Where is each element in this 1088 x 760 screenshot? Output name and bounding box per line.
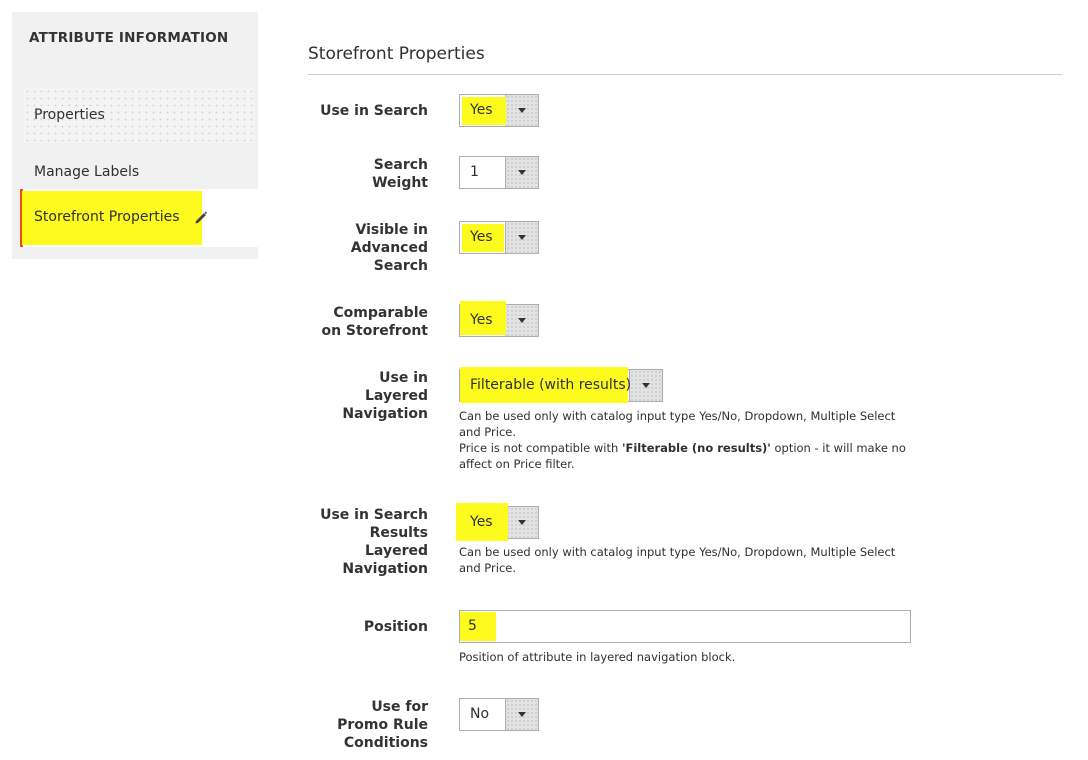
- label-line: Layered: [365, 543, 428, 559]
- sidebar-item-properties[interactable]: Properties: [24, 88, 254, 143]
- chevron-down-icon: [505, 305, 538, 336]
- sidebar-item-label: Storefront Properties: [34, 209, 180, 225]
- label-line: Advanced: [350, 240, 428, 256]
- use-in-search-select[interactable]: Yes: [459, 94, 539, 127]
- label-line: Use for: [371, 699, 428, 715]
- visible-advanced-search-label: Visible in Advanced Search: [298, 221, 428, 275]
- note-line: Price is not compatible with 'Filterable…: [459, 440, 919, 472]
- label-line: Search: [373, 157, 428, 173]
- search-results-layered-note: Can be used only with catalog input type…: [459, 545, 896, 575]
- select-value: 1: [470, 164, 479, 180]
- label-line: Comparable: [333, 305, 428, 321]
- select-value: Filterable (with results): [470, 377, 632, 393]
- chevron-down-icon: [505, 157, 538, 188]
- section-divider: [308, 74, 1062, 75]
- position-note: Position of attribute in layered navigat…: [459, 650, 736, 664]
- note-line: Can be used only with catalog input type…: [459, 409, 896, 439]
- label-line: Use in Search: [320, 507, 428, 523]
- sidebar-item-storefront-properties[interactable]: Storefront Properties: [20, 189, 258, 247]
- select-value: Yes: [470, 514, 493, 530]
- label-line: on Storefront: [321, 323, 428, 339]
- promo-rule-select[interactable]: No: [459, 698, 539, 731]
- section-title: Storefront Properties: [308, 44, 485, 64]
- search-results-layered-label: Use in Search Results Layered Navigation: [298, 506, 428, 578]
- sidebar-item-label: Manage Labels: [34, 164, 140, 180]
- label-line: Search: [373, 258, 428, 274]
- search-weight-label: Search Weight: [298, 156, 428, 192]
- label-line: Results: [369, 525, 428, 541]
- promo-rule-label: Use for Promo Rule Conditions: [298, 698, 428, 752]
- input-value: 5: [468, 618, 477, 634]
- use-in-search-label: Use in Search: [320, 103, 428, 119]
- pencil-icon: [195, 211, 207, 224]
- sidebar-item-label: Properties: [34, 107, 105, 123]
- label-line: Navigation: [342, 406, 428, 422]
- select-value: Yes: [470, 102, 493, 118]
- highlight-mark: [460, 612, 496, 641]
- label-line: Promo Rule: [337, 717, 428, 733]
- select-value: No: [470, 706, 490, 722]
- label-line: Navigation: [342, 561, 428, 577]
- visible-advanced-search-select[interactable]: Yes: [459, 221, 539, 254]
- label-line: Conditions: [343, 735, 428, 751]
- search-results-layered-select[interactable]: Yes: [456, 503, 539, 541]
- comparable-storefront-label: Comparable on Storefront: [298, 304, 428, 340]
- search-weight-select[interactable]: 1: [459, 156, 539, 189]
- chevron-down-icon: [629, 370, 662, 401]
- select-value: Yes: [470, 229, 493, 245]
- position-input[interactable]: 5: [459, 610, 911, 643]
- layered-navigation-label: Use in Layered Navigation: [298, 369, 428, 423]
- position-label: Position: [363, 619, 428, 635]
- note-bold-text: 'Filterable (no results)': [621, 441, 771, 455]
- layered-navigation-select[interactable]: Filterable (with results): [459, 367, 663, 403]
- label-line: Layered: [365, 388, 428, 404]
- layered-navigation-note: Can be used only with catalog input type…: [459, 408, 919, 472]
- chevron-down-icon: [505, 699, 538, 730]
- label-line: Use in: [379, 370, 428, 386]
- chevron-down-icon: [505, 507, 538, 538]
- attribute-edit-page: ATTRIBUTE INFORMATION Properties Manage …: [0, 0, 1088, 760]
- select-value: Yes: [470, 312, 493, 328]
- comparable-storefront-select[interactable]: Yes: [459, 301, 539, 337]
- chevron-down-icon: [505, 222, 538, 253]
- sidebar-title: ATTRIBUTE INFORMATION: [29, 30, 229, 46]
- sidebar: ATTRIBUTE INFORMATION Properties Manage …: [12, 12, 258, 259]
- label-line: Weight: [372, 175, 428, 191]
- chevron-down-icon: [505, 95, 538, 126]
- note-text: Price is not compatible with: [459, 441, 622, 455]
- label-line: Visible in: [355, 222, 428, 238]
